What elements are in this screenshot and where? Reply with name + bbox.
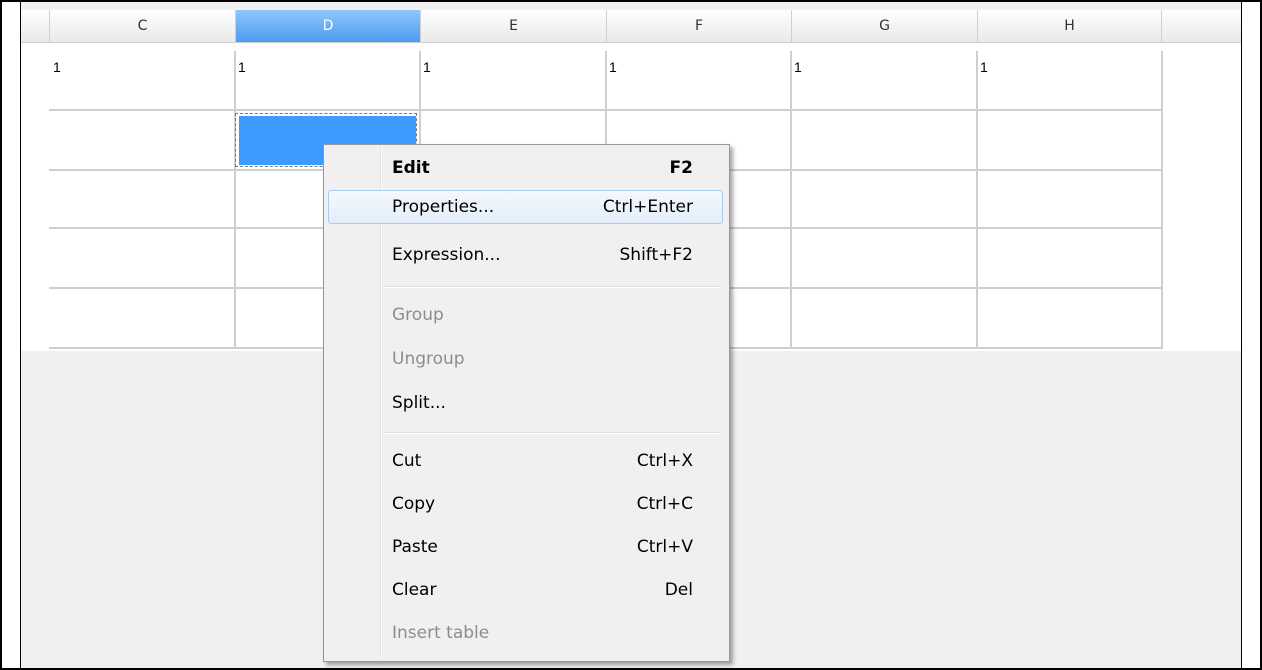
menu-item-cut[interactable]: Cut Ctrl+X [328,444,723,478]
menu-item-edit[interactable]: Edit F2 [328,151,723,185]
cell-f1[interactable]: 1 [605,51,792,111]
menu-item-label: Clear [392,580,437,600]
cell-g2[interactable] [790,111,978,171]
menu-item-copy[interactable]: Copy Ctrl+C [328,487,723,521]
menu-item-label: Paste [392,537,438,557]
menu-item-label: Copy [392,494,436,514]
column-header-h[interactable]: H [978,10,1162,42]
menu-item-insert-table[interactable]: Insert table [328,616,723,650]
cell-h4[interactable] [976,229,1163,289]
menu-item-label: Insert table [392,623,490,643]
menu-item-label: Expression... [392,245,501,265]
column-header-d[interactable]: D [236,10,421,42]
menu-item-label: Split... [392,393,446,413]
menu-item-shortcut: Ctrl+X [636,451,693,471]
menu-item-shortcut: F2 [669,158,693,178]
cell-h5[interactable] [976,289,1163,349]
menu-item-split[interactable]: Split... [328,386,723,420]
cell-g1[interactable]: 1 [790,51,978,111]
column-header-f[interactable]: F [607,10,792,42]
cell-h1[interactable]: 1 [976,51,1163,111]
menu-item-ungroup[interactable]: Ungroup [328,342,723,376]
column-header-c[interactable]: C [50,10,236,42]
menu-separator [382,286,722,288]
menu-item-shortcut: Shift+F2 [619,245,693,265]
menu-item-shortcut: Ctrl+Enter [602,197,693,217]
menu-item-group[interactable]: Group [328,298,723,332]
cell-g4[interactable] [790,229,978,289]
menu-item-clear[interactable]: Clear Del [328,573,723,607]
menu-item-paste[interactable]: Paste Ctrl+V [328,530,723,564]
menu-item-label: Edit [392,158,430,178]
context-menu: Edit F2 Properties... Ctrl+Enter Express… [323,144,730,662]
window-frame: C D E F G H 1 1 1 1 1 1 Edit F2 Properti… [0,0,1262,670]
cell-h3[interactable] [976,171,1163,229]
menu-item-expression[interactable]: Expression... Shift+F2 [328,238,723,272]
menu-item-label: Properties... [392,197,495,217]
cell-d1[interactable]: 1 [234,51,421,111]
menu-item-label: Ungroup [392,349,465,369]
menu-item-label: Cut [392,451,422,471]
cell-g5[interactable] [790,289,978,349]
cell-c4[interactable] [49,229,236,289]
menu-item-shortcut: Ctrl+C [636,494,693,514]
cell-g3[interactable] [790,171,978,229]
column-header-e[interactable]: E [421,10,607,42]
menu-item-shortcut: Del [664,580,693,600]
cell-h2[interactable] [976,111,1163,171]
menu-item-shortcut: Ctrl+V [636,537,693,557]
row-header-corner [21,10,50,42]
menu-separator [382,432,722,434]
cell-c1[interactable]: 1 [49,51,236,111]
menu-item-label: Group [392,305,444,325]
cell-e1[interactable]: 1 [419,51,607,111]
menu-item-properties[interactable]: Properties... Ctrl+Enter [328,190,723,224]
column-header-bar: C D E F G H [21,10,1241,43]
column-header-g[interactable]: G [792,10,978,42]
cell-c5[interactable] [49,289,236,349]
cell-c2[interactable] [49,111,236,171]
cell-c3[interactable] [49,171,236,229]
